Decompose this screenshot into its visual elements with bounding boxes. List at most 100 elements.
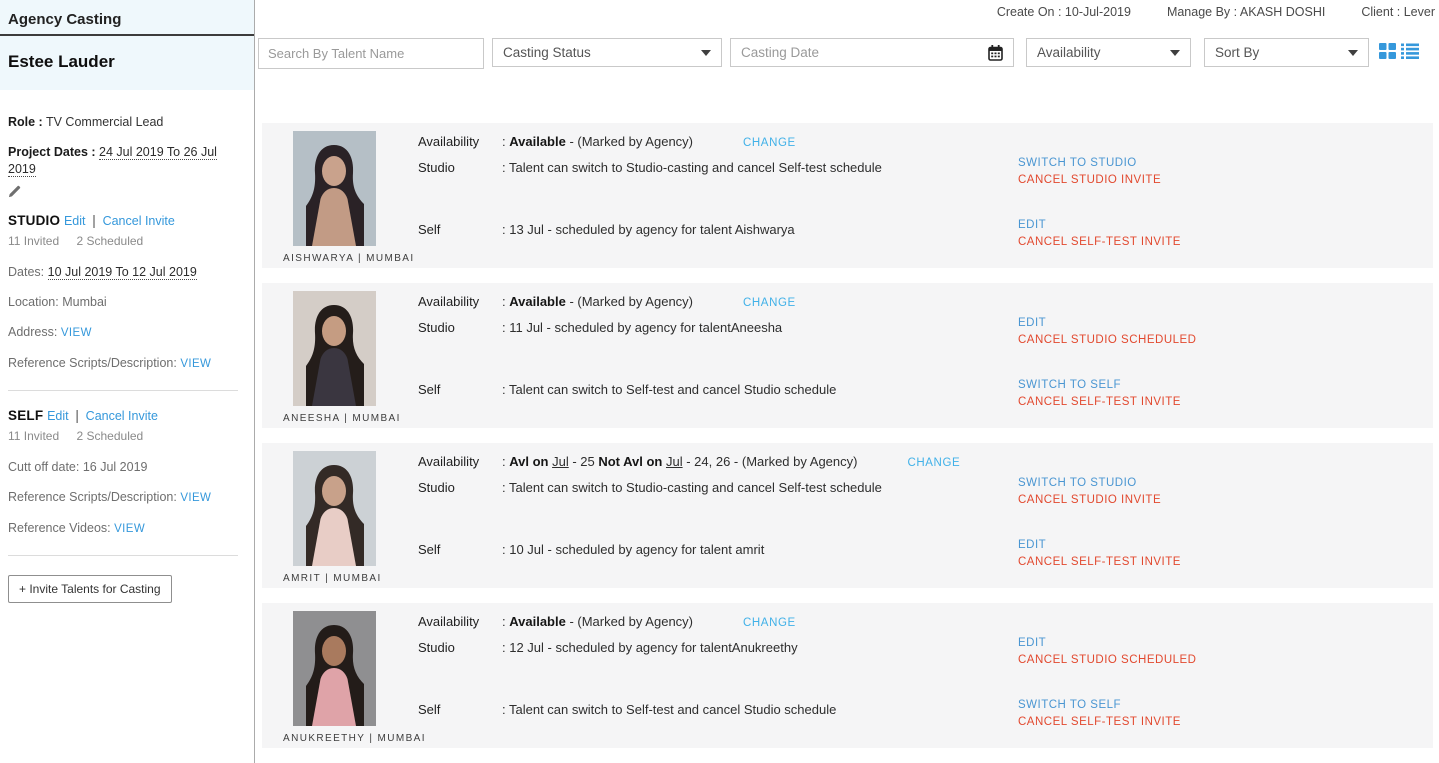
list-view-icon[interactable]	[1401, 43, 1419, 59]
self-cancel-invite-link[interactable]: Cancel Invite	[86, 409, 158, 423]
switch-to-studio-link[interactable]: SWITCH TO STUDIO	[1018, 155, 1161, 172]
switch-to-studio-link[interactable]: SWITCH TO STUDIO	[1018, 475, 1161, 492]
cancel-studio-scheduled-link[interactable]: CANCEL STUDIO SCHEDULED	[1018, 652, 1197, 669]
studio-dates-value[interactable]: 10 Jul 2019 To 12 Jul 2019	[47, 265, 197, 280]
self-line: Self: 13 Jul - scheduled by agency for t…	[418, 221, 795, 239]
studio-location-line: Location: Mumbai	[8, 294, 246, 311]
talent-name-location: AISHWARYA | MUMBAI	[283, 253, 415, 264]
talent-name-location: AMRIT | MUMBAI	[283, 573, 382, 584]
role-value: TV Commercial Lead	[45, 115, 164, 129]
switch-to-self-link[interactable]: SWITCH TO SELF	[1018, 697, 1181, 714]
self-ref-scripts-view-link[interactable]: VIEW	[180, 492, 211, 504]
availability-value-part: Available	[509, 614, 566, 629]
chevron-down-icon	[1170, 49, 1180, 56]
self-value-part: : 13 Jul - scheduled by agency for talen…	[502, 222, 795, 237]
studio-address-view-link[interactable]: VIEW	[61, 327, 92, 339]
studio-address-label: Address:	[8, 325, 58, 339]
search-input[interactable]	[258, 38, 484, 69]
self-ref-videos-label: Reference Videos:	[8, 521, 111, 535]
availability-line: Availability: Available - (Marked by Age…	[418, 293, 796, 312]
sidebar-divider	[8, 390, 238, 391]
self-cutoff-label: Cutt off date:	[8, 460, 80, 474]
project-dates-line: Project Dates : 24 Jul 2019 To 26 Jul 20…	[8, 144, 246, 178]
cancel-self-test-invite-link[interactable]: CANCEL SELF-TEST INVITE	[1018, 394, 1181, 411]
casting-status-value: Casting Status	[503, 45, 591, 60]
self-label: Self	[418, 702, 441, 717]
sort-by-dropdown[interactable]: Sort By	[1204, 38, 1369, 67]
studio-value: : 11 Jul - scheduled by agency for talen…	[502, 320, 782, 335]
self-ref-scripts-label: Reference Scripts/Description:	[8, 490, 177, 504]
talent-row: ANEESHA | MUMBAI Availability: Available …	[262, 283, 1433, 428]
talent-row: ANUKREETHY | MUMBAI Availability: Availab…	[262, 603, 1433, 748]
change-availability-link[interactable]: CHANGE	[743, 137, 796, 149]
edit-link[interactable]: EDIT	[1018, 537, 1181, 554]
studio-edit-link[interactable]: Edit	[64, 214, 86, 228]
studio-line: Studio: 11 Jul - scheduled by agency for…	[418, 319, 782, 337]
availability-dropdown[interactable]: Availability	[1026, 38, 1191, 67]
availability-value: : Avl on Jul - 25 Not Avl on Jul - 24, 2…	[502, 454, 857, 469]
availability-value-part: Avl on	[509, 454, 553, 469]
casting-date-value: Casting Date	[741, 45, 820, 60]
availability-value-part: Not Avl on	[598, 454, 666, 469]
client-brand-name: Estee Lauder	[8, 52, 115, 71]
edit-link[interactable]: EDIT	[1018, 315, 1197, 332]
filter-bar: Casting Status Casting Date Availab	[258, 38, 1419, 69]
self-actions: EDIT CANCEL SELF-TEST INVITE	[1018, 217, 1181, 251]
studio-actions: EDIT CANCEL STUDIO SCHEDULED	[1018, 315, 1197, 349]
availability-value: : Available - (Marked by Agency)	[502, 134, 693, 149]
switch-to-self-link[interactable]: SWITCH TO SELF	[1018, 377, 1181, 394]
self-section-header: SELF Edit | Cancel Invite	[8, 408, 246, 423]
availability-line: Availability : Available - (Marked by Age…	[418, 613, 796, 632]
grid-view-icon[interactable]	[1379, 43, 1396, 59]
casting-status-dropdown[interactable]: Casting Status	[492, 38, 722, 67]
studio-ref-scripts-view-link[interactable]: VIEW	[180, 358, 211, 370]
change-availability-link[interactable]: CHANGE	[743, 617, 796, 629]
self-scheduled-count: 2 Scheduled	[76, 429, 144, 443]
talent-list: AISHWARYA | MUMBAI Availability : Availabl…	[262, 123, 1433, 763]
cancel-studio-scheduled-link[interactable]: CANCEL STUDIO SCHEDULED	[1018, 332, 1197, 349]
casting-date-picker[interactable]: Casting Date	[730, 38, 1014, 67]
pencil-icon[interactable]	[8, 185, 246, 203]
edit-link[interactable]: EDIT	[1018, 217, 1181, 234]
chevron-down-icon	[701, 49, 711, 56]
talent-photo[interactable]	[293, 291, 376, 406]
studio-value-part: : 12 Jul - scheduled by agency for talen…	[502, 640, 798, 655]
create-on-text: Create On : 10-Jul-2019	[996, 5, 1131, 19]
studio-value: : Talent can switch to Studio-casting an…	[502, 480, 882, 495]
availability-value: : Available - (Marked by Agency)	[502, 614, 693, 629]
self-label: Self	[418, 542, 441, 557]
self-value-part: : Talent can switch to Self-test and can…	[502, 702, 837, 717]
calendar-icon	[988, 44, 1003, 61]
cancel-studio-invite-link[interactable]: CANCEL STUDIO INVITE	[1018, 172, 1161, 189]
talent-photo[interactable]	[293, 131, 376, 246]
studio-dates-label: Dates:	[8, 265, 45, 279]
cancel-self-test-invite-link[interactable]: CANCEL SELF-TEST INVITE	[1018, 554, 1181, 571]
self-edit-link[interactable]: Edit	[47, 409, 69, 423]
studio-ref-scripts-line: Reference Scripts/Description: VIEW	[8, 355, 246, 373]
studio-section-title: STUDIO	[8, 213, 61, 228]
self-label: Self	[418, 382, 441, 397]
studio-cancel-invite-link[interactable]: Cancel Invite	[103, 214, 175, 228]
self-actions: SWITCH TO SELF CANCEL SELF-TEST INVITE	[1018, 697, 1181, 731]
invite-talents-button[interactable]: + Invite Talents for Casting	[8, 575, 172, 603]
cancel-self-test-invite-link[interactable]: CANCEL SELF-TEST INVITE	[1018, 234, 1181, 251]
availability-value-part: - (Marked by Agency)	[565, 134, 693, 149]
change-availability-link[interactable]: CHANGE	[907, 457, 960, 469]
change-availability-link[interactable]: CHANGE	[743, 297, 796, 309]
studio-label: Studio	[418, 640, 455, 655]
self-invited-count: 11 Invited	[8, 429, 60, 443]
self-line: Self: 10 Jul - scheduled by agency for t…	[418, 541, 764, 559]
view-toggle	[1379, 43, 1419, 59]
self-ref-videos-view-link[interactable]: VIEW	[114, 523, 145, 535]
self-section-title: SELF	[8, 408, 44, 423]
availability-value-part: - (Marked by Agency)	[733, 454, 858, 469]
self-cutoff-line: Cutt off date: 16 Jul 2019	[8, 459, 246, 476]
edit-link[interactable]: EDIT	[1018, 635, 1197, 652]
talent-photo[interactable]	[293, 451, 376, 566]
talent-photo[interactable]	[293, 611, 376, 726]
availability-label: Availability	[418, 614, 480, 629]
sidebar-header-band: Agency Casting Estee Lauder	[0, 0, 254, 90]
cancel-self-test-invite-link[interactable]: CANCEL SELF-TEST INVITE	[1018, 714, 1181, 731]
cancel-studio-invite-link[interactable]: CANCEL STUDIO INVITE	[1018, 492, 1161, 509]
self-actions: SWITCH TO SELF CANCEL SELF-TEST INVITE	[1018, 377, 1181, 411]
